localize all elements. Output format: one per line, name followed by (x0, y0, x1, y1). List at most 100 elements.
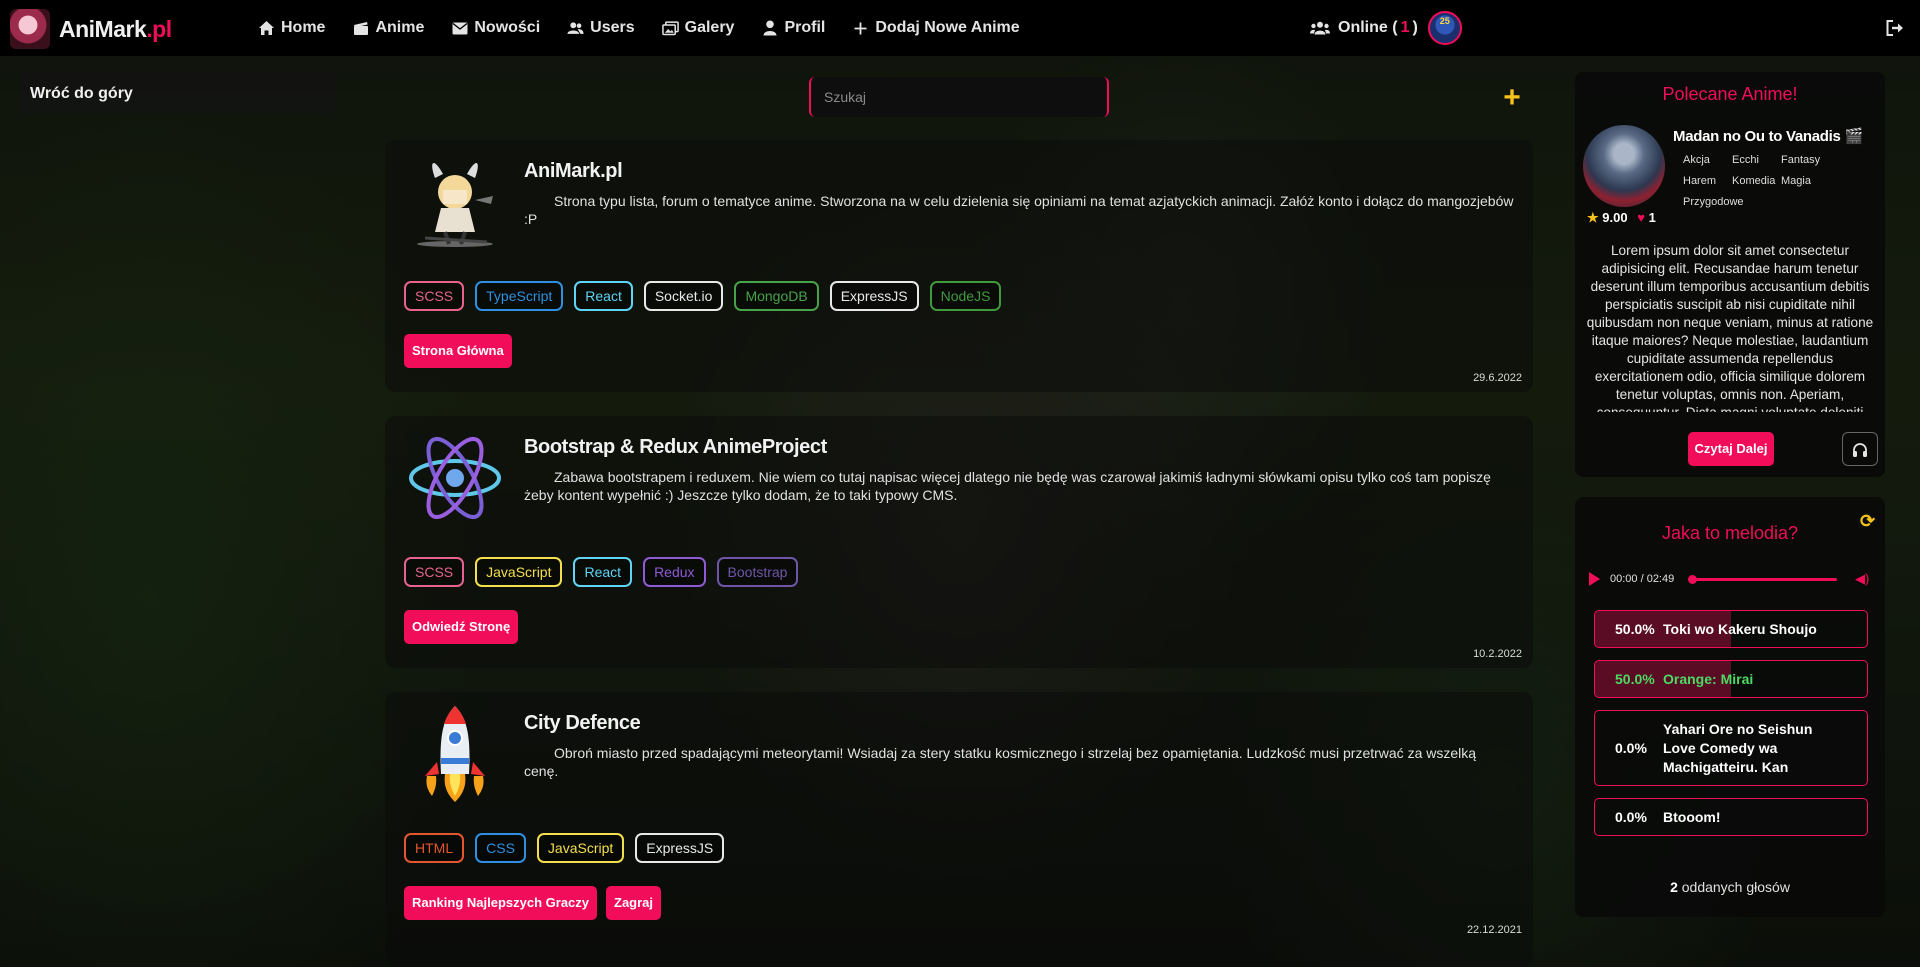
tech-tag: JavaScript (536, 833, 625, 863)
project-description: Obroń miasto przed spadającymi meteoryta… (524, 745, 1477, 779)
nav-users-label: Users (590, 19, 635, 36)
nav-profile[interactable]: Profil (761, 19, 825, 37)
answer-label: Toki wo Kakeru Shoujo (1663, 621, 1817, 637)
nav-users[interactable]: Users (567, 19, 635, 37)
tech-tag: HTML (404, 833, 465, 863)
answer-option[interactable]: 50.0% Toki wo Kakeru Shoujo (1594, 610, 1868, 648)
tech-tags: HTML CSS JavaScript ExpressJS (404, 833, 735, 863)
answer-options: 50.0% Toki wo Kakeru Shoujo 50.0% Orange… (1594, 610, 1868, 848)
recommended-title: Polecane Anime! (1662, 84, 1798, 104)
clapperboard-icon (352, 20, 369, 37)
project-actions: Ranking Najlepszych Graczy Zagraj (404, 886, 670, 920)
avatar-badge: 25 (1439, 16, 1450, 26)
navbar: AniMark.pl Home Anime Nowości Users Gale… (0, 0, 1920, 56)
nav-anime[interactable]: Anime (352, 19, 424, 37)
nav-home[interactable]: Home (258, 19, 325, 37)
anime-description: Lorem ipsum dolor sit amet consectetur a… (1586, 243, 1874, 412)
back-to-top-button[interactable]: Wróć do góry (18, 72, 336, 113)
search-input[interactable] (809, 77, 1109, 117)
tech-tag: SCSS (404, 281, 465, 311)
brand[interactable]: AniMark.pl (10, 9, 172, 49)
anime-poster[interactable] (1583, 125, 1665, 207)
avatar[interactable]: 25 (1427, 11, 1462, 45)
tech-tag: Redux (643, 557, 706, 587)
votes-summary: 2 oddanych głosów (1575, 879, 1885, 895)
audio-player: 00:00 / 02:49 ◀) (1589, 569, 1875, 589)
vote-percent: 0.0% (1615, 740, 1647, 756)
home-icon (258, 20, 275, 37)
project-description: Strona typu lista, forum o tematyce anim… (524, 193, 1514, 227)
read-more-button[interactable]: Czytaj Dalej (1688, 432, 1774, 466)
nav-add-anime[interactable]: Dodaj Nowe Anime (852, 19, 1020, 37)
project-title: Bootstrap & Redux AnimeProject (524, 436, 827, 458)
volume-icon[interactable]: ◀) (1855, 571, 1869, 587)
headphones-icon[interactable] (1842, 432, 1878, 466)
votes-label: oddanych głosów (1677, 879, 1790, 895)
online-label: Online ( (1338, 19, 1398, 36)
add-project-button[interactable]: + (1492, 80, 1532, 116)
nav-profile-label: Profil (784, 19, 826, 36)
nav-gallery[interactable]: Galery (661, 19, 735, 37)
tech-tag: ExpressJS (635, 833, 725, 863)
tech-tag: Bootstrap (716, 557, 799, 587)
home-page-button[interactable]: Strona Główna (404, 334, 512, 368)
brand-logo (10, 9, 50, 49)
tech-tags: SCSS JavaScript React Redux Bootstrap (404, 557, 809, 587)
anime-rating: ★ 9.00 ♥ 1 (1587, 210, 1656, 226)
tech-tag: React (574, 281, 633, 311)
nav-news[interactable]: Nowości (451, 19, 540, 37)
genre-tag: Komedia (1732, 175, 1776, 187)
answer-label: Btooom! (1663, 809, 1721, 825)
brand-name: AniMark.pl (59, 15, 172, 42)
genre-tag: Magia (1781, 175, 1811, 187)
answer-label: Orange: Mirai (1663, 671, 1754, 687)
tech-tag: ExpressJS (829, 281, 919, 311)
tech-tag: React (573, 557, 633, 587)
nav-add-anime-label: Dodaj Nowe Anime (875, 19, 1020, 36)
project-date: 29.6.2022 (1473, 372, 1522, 384)
nav-links: Home Anime Nowości Users Galery Profil D… (258, 0, 1047, 56)
melody-title: Jaka to melodia? (1661, 523, 1799, 543)
likes-count: 1 (1648, 210, 1656, 225)
logout-icon[interactable] (1884, 17, 1906, 39)
visit-site-button[interactable]: Odwiedź Stronę (404, 610, 519, 644)
play-button[interactable]: Zagraj (606, 886, 662, 920)
project-title: AniMark.pl (524, 160, 623, 182)
seek-bar[interactable] (1688, 574, 1837, 584)
anime-name[interactable]: Madan no Ou to Vanadis 🎬 (1673, 127, 1863, 145)
rating-value: 9.00 (1602, 210, 1628, 225)
vote-percent: 50.0% (1615, 621, 1655, 637)
audio-time: 00:00 / 02:49 (1610, 573, 1675, 585)
tech-tag: SCSS (404, 557, 465, 587)
nav-news-label: Nowości (474, 19, 541, 36)
project-date: 10.2.2022 (1473, 648, 1522, 660)
nav-gallery-label: Galery (684, 19, 735, 36)
answer-option[interactable]: 0.0% Btooom! (1594, 798, 1868, 836)
tech-tag: MongoDB (734, 281, 819, 311)
ranking-button[interactable]: Ranking Najlepszych Graczy (404, 886, 598, 920)
project-title: City Defence (524, 712, 641, 734)
online-users[interactable]: Online ( 1 ) 25 (1310, 0, 1462, 56)
project-card: City Defence Obroń miasto przed spadając… (385, 692, 1533, 967)
users-icon (567, 20, 584, 37)
project-actions: Strona Główna (404, 334, 521, 368)
answer-option[interactable]: 0.0% Yahari Ore no Seishun Love Comedy w… (1594, 710, 1868, 786)
clapperboard-icon: 🎬 (1844, 128, 1863, 145)
tech-tag: CSS (475, 833, 526, 863)
project-card: AniMark.pl Strona typu lista, forum o te… (385, 140, 1533, 392)
nav-anime-label: Anime (375, 19, 425, 36)
online-close: ) (1412, 19, 1418, 36)
images-icon (661, 20, 679, 37)
online-count: 1 (1400, 19, 1410, 36)
vote-percent: 0.0% (1615, 809, 1647, 825)
nav-home-label: Home (281, 19, 326, 36)
seek-handle[interactable] (1688, 574, 1697, 584)
project-date: 22.12.2021 (1466, 924, 1522, 936)
anime-genres: Akcja Ecchi Fantasy Harem Komedia Magia … (1683, 154, 1883, 217)
user-icon (761, 20, 778, 37)
answer-option[interactable]: 50.0% Orange: Mirai (1594, 660, 1868, 698)
envelope-icon (451, 20, 468, 37)
play-icon[interactable] (1589, 572, 1600, 586)
votes-count: 2 (1670, 879, 1678, 895)
tech-tag: Socket.io (643, 281, 724, 311)
